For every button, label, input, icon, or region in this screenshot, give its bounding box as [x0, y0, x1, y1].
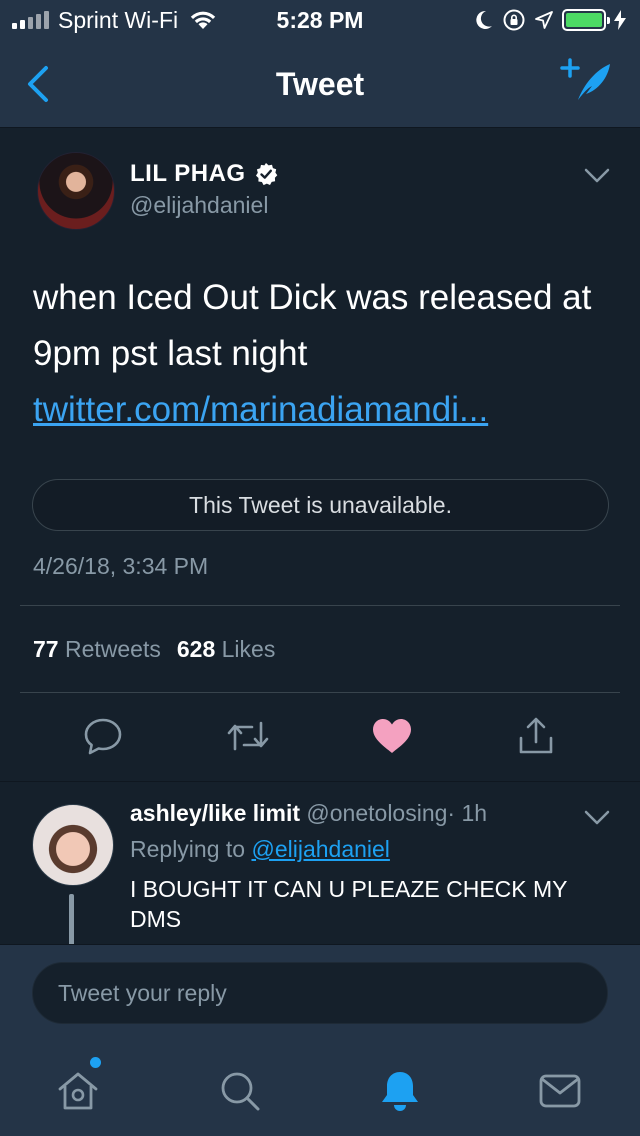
retweet-icon	[227, 721, 269, 751]
retweets-count: 77	[33, 636, 59, 662]
divider	[20, 605, 620, 606]
reply-button[interactable]	[81, 716, 125, 756]
battery-icon	[562, 9, 610, 31]
reply-display-name[interactable]: ashley/like limit	[130, 800, 300, 826]
tab-search[interactable]	[216, 1067, 264, 1115]
status-bar: Sprint Wi-Fi 5:28 PM	[0, 0, 640, 40]
reply-tweet[interactable]: ashley/like limit @onetolosing· 1h Reply…	[0, 781, 640, 946]
replying-to-handle[interactable]: @elijahdaniel	[251, 836, 389, 862]
tweet-actions	[0, 716, 640, 756]
rotation-lock-icon	[503, 9, 525, 31]
display-name[interactable]: LIL PHAG	[130, 160, 246, 188]
avatar[interactable]	[37, 152, 115, 230]
like-button[interactable]	[370, 716, 414, 756]
tweet-body: when Iced Out Dick was released at 9pm p…	[33, 278, 592, 373]
likes-label: Likes	[221, 636, 276, 662]
verified-badge-icon	[255, 163, 277, 186]
user-handle[interactable]: @elijahdaniel	[130, 192, 268, 219]
tweet-timestamp: 4/26/18, 3:34 PM	[33, 553, 209, 579]
nav-bar: Tweet	[0, 40, 640, 128]
chevron-down-icon[interactable]	[584, 810, 610, 826]
messages-icon	[539, 1074, 581, 1108]
tab-notifications[interactable]	[376, 1067, 424, 1115]
charging-bolt-icon	[614, 10, 626, 30]
avatar[interactable]	[32, 804, 114, 886]
reply-handle[interactable]: @onetolosing	[306, 800, 447, 826]
header: Sprint Wi-Fi 5:28 PM Tweet	[0, 0, 640, 128]
reply-age: · 1h	[447, 800, 488, 826]
thread-line	[69, 894, 74, 946]
tab-messages[interactable]	[536, 1067, 584, 1115]
reply-text: I BOUGHT IT CAN U PLEAZE CHECK MY DMS	[130, 876, 568, 932]
tab-bar	[0, 1045, 640, 1136]
chevron-down-icon[interactable]	[584, 168, 610, 184]
share-button[interactable]	[514, 716, 558, 756]
location-icon	[535, 11, 553, 29]
page-title: Tweet	[275, 66, 365, 102]
compose-tweet-icon[interactable]	[558, 56, 614, 106]
replying-to-label: Replying to	[130, 836, 246, 862]
engagement-counts: 77 Retweets 628 Likes	[33, 636, 275, 663]
share-icon	[519, 717, 553, 754]
reply-input[interactable]	[32, 962, 608, 1024]
notifications-icon	[382, 1072, 418, 1111]
tweet-text: when Iced Out Dick was released at 9pm p…	[33, 270, 613, 438]
home-icon	[58, 1072, 98, 1110]
retweets-count-link[interactable]: 77 Retweets	[33, 636, 161, 663]
reply-icon	[84, 718, 122, 755]
search-icon	[221, 1072, 260, 1111]
reply-composer	[0, 944, 640, 1136]
divider	[20, 692, 620, 693]
heart-icon	[373, 719, 411, 753]
unavailable-quote-card[interactable]: This Tweet is unavailable.	[32, 479, 609, 531]
retweets-label: Retweets	[64, 636, 161, 662]
tab-home[interactable]	[54, 1067, 102, 1115]
likes-count-link[interactable]: 628 Likes	[177, 636, 275, 663]
moon-icon	[476, 10, 492, 29]
retweet-button[interactable]	[226, 716, 270, 756]
main-tweet: LIL PHAG @elijahdaniel when Iced Out Dic…	[0, 128, 640, 781]
likes-count: 628	[176, 636, 216, 662]
tweet-link[interactable]: twitter.com/marinadiamandi...	[33, 382, 613, 438]
new-content-dot	[90, 1057, 101, 1068]
